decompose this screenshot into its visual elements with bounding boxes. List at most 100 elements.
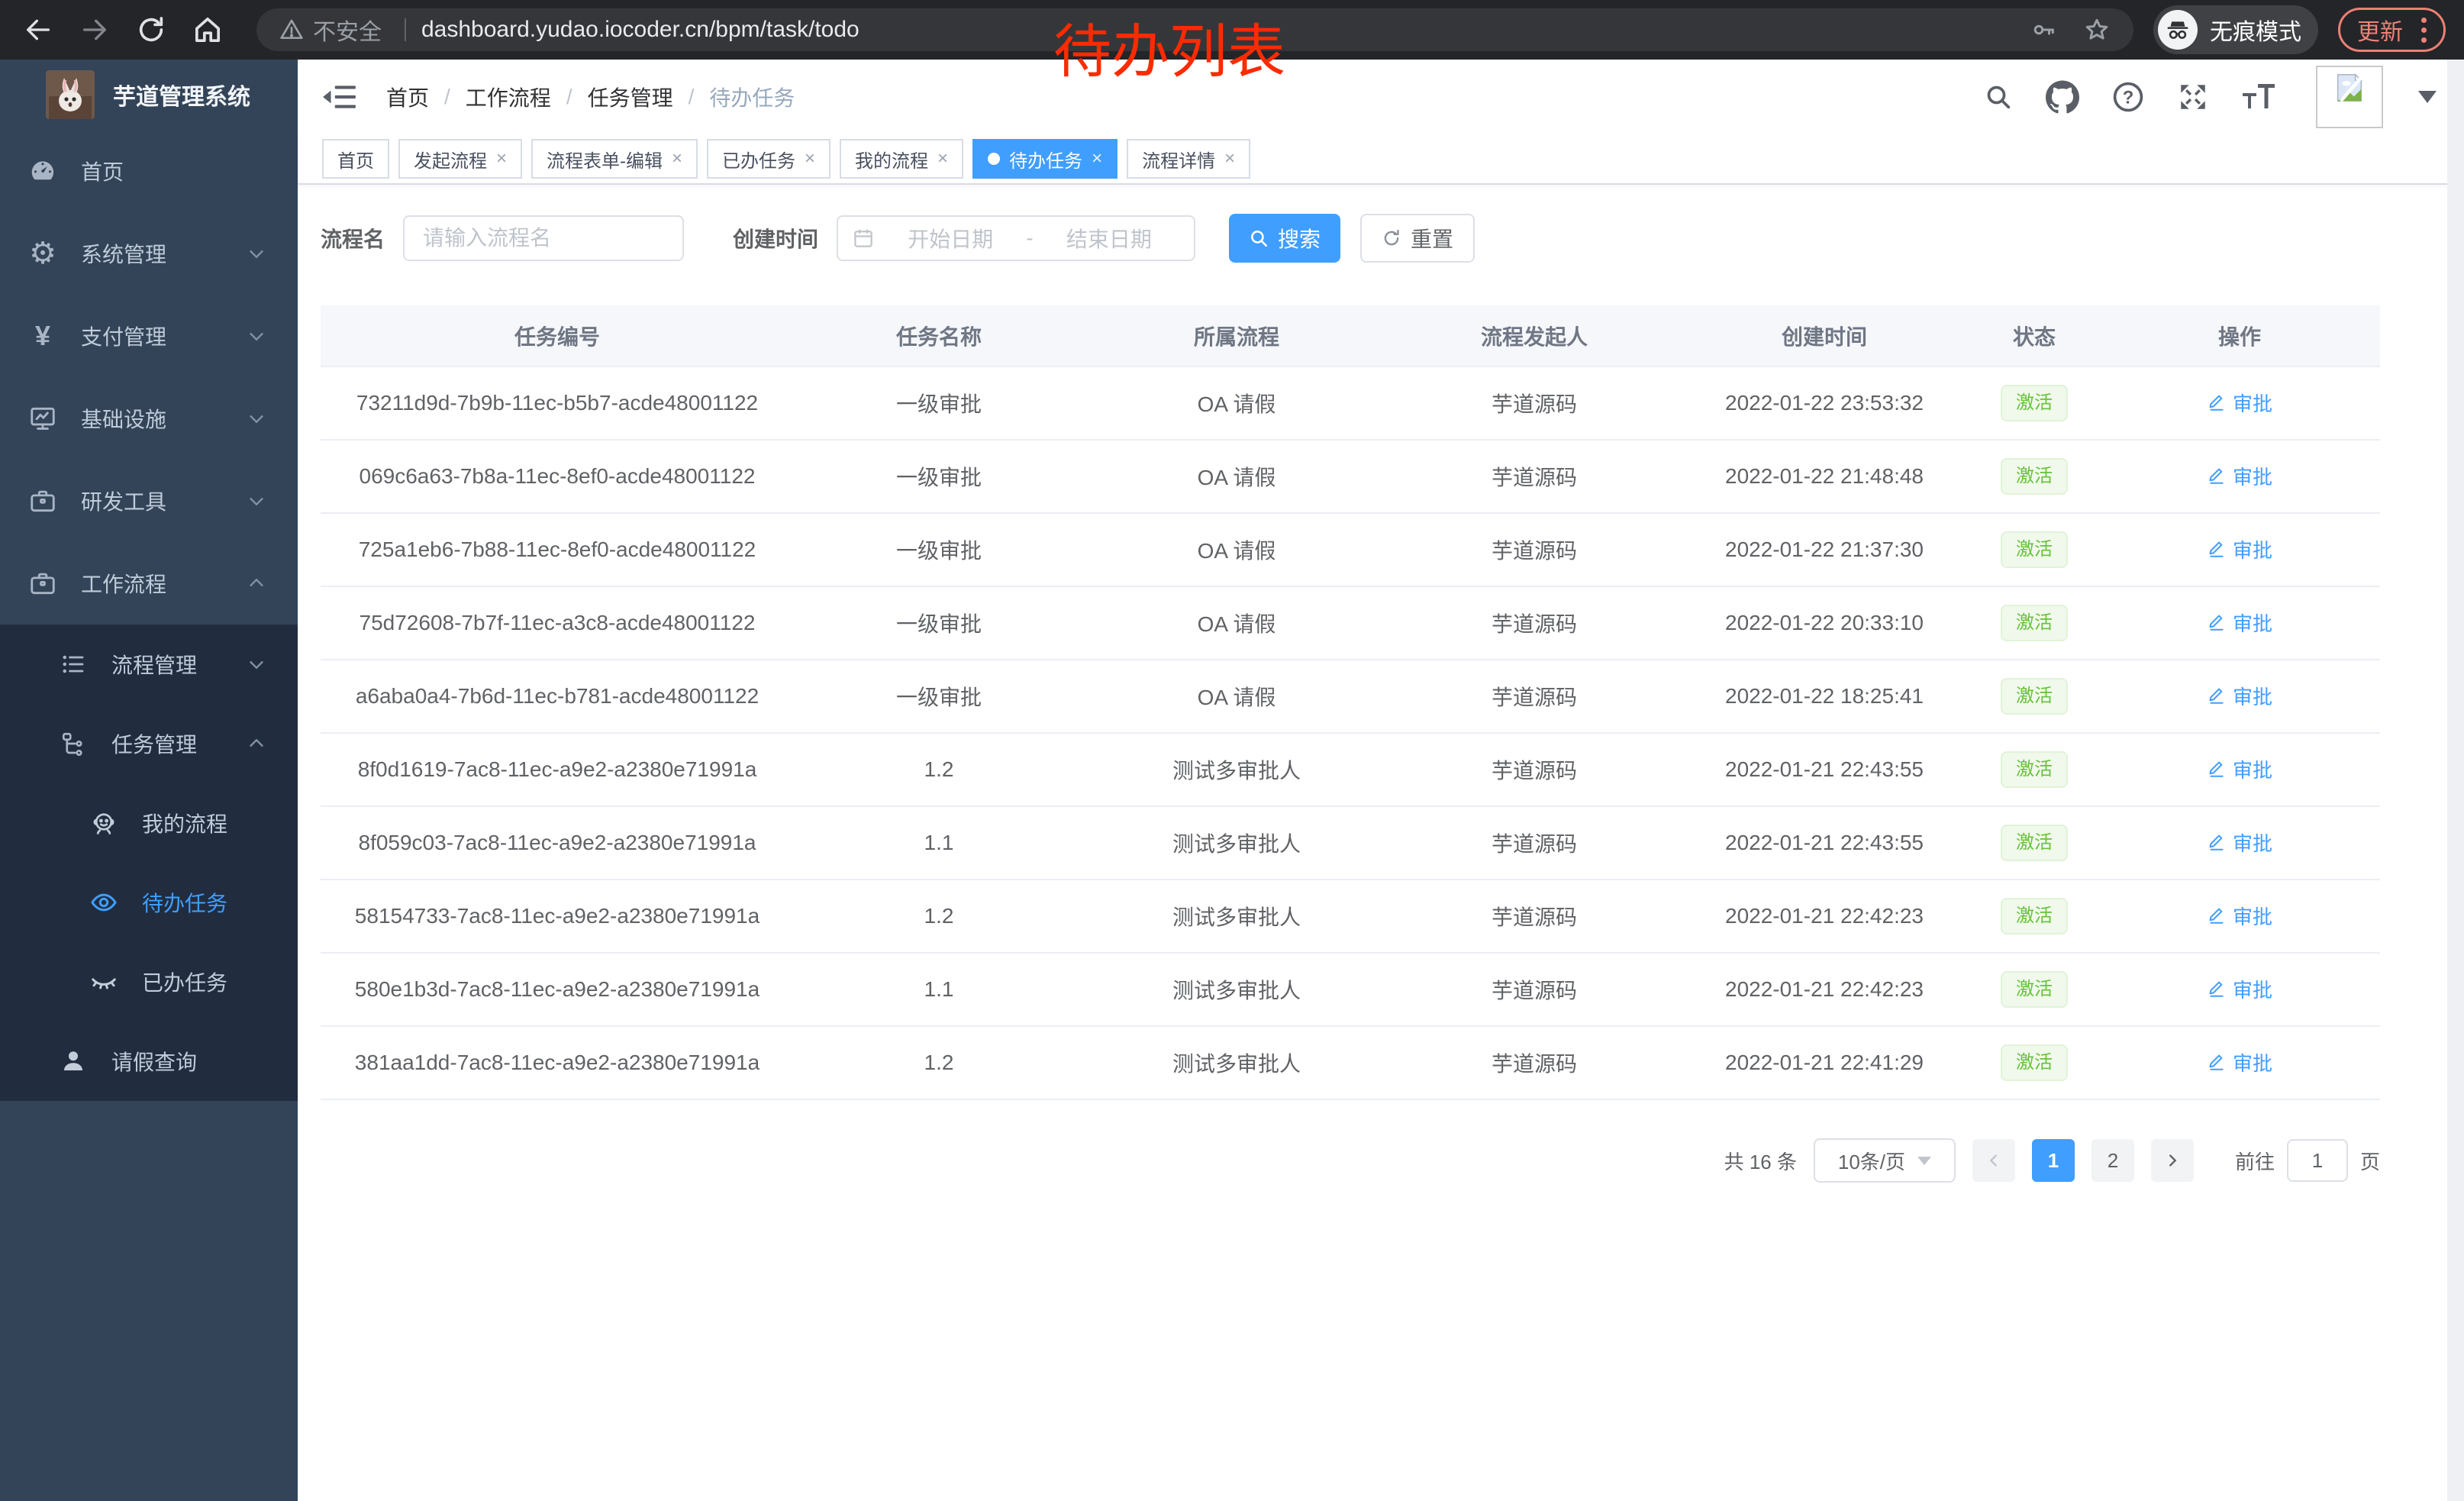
sidebar-item-task-manage[interactable]: 任务管理 bbox=[0, 704, 298, 783]
tab-process-detail[interactable]: 流程详情× bbox=[1127, 139, 1250, 179]
search-button[interactable]: 搜索 bbox=[1229, 214, 1340, 263]
cell-actions: 审批 bbox=[2099, 1026, 2380, 1099]
sidebar-item-process-manage[interactable]: 流程管理 bbox=[0, 625, 298, 704]
cell-status: 激活 bbox=[1969, 513, 2099, 586]
sidebar-item-home[interactable]: 首页 bbox=[0, 130, 298, 212]
sidebar-item-leave-query[interactable]: 请假查询 bbox=[0, 1022, 298, 1101]
sidebar-item-infra[interactable]: 基础设施 bbox=[0, 377, 298, 460]
cell-process: 测试多审批人 bbox=[1084, 880, 1389, 953]
approve-link[interactable]: 审批 bbox=[2207, 462, 2272, 490]
col-actions: 操作 bbox=[2099, 305, 2380, 366]
cell-task-name: 1.2 bbox=[794, 880, 1084, 953]
approve-link[interactable]: 审批 bbox=[2207, 389, 2272, 417]
chevron-up-icon bbox=[246, 573, 267, 594]
breadcrumb-current: 待办任务 bbox=[709, 82, 795, 112]
sidebar-item-done-tasks[interactable]: 已办任务 bbox=[0, 942, 298, 1022]
list-icon bbox=[56, 650, 90, 678]
scrollbar[interactable] bbox=[2447, 60, 2464, 1501]
eye-closed-icon bbox=[87, 967, 121, 996]
chevron-down-icon bbox=[246, 325, 267, 347]
hamburger-icon[interactable] bbox=[322, 79, 357, 115]
table-header-row: 任务编号 任务名称 所属流程 流程发起人 创建时间 状态 操作 bbox=[321, 305, 2380, 366]
gear-icon: ⚙ bbox=[26, 238, 60, 269]
sidebar-item-workflow[interactable]: 工作流程 bbox=[0, 542, 298, 625]
prev-page-button[interactable] bbox=[1972, 1139, 2015, 1182]
status-badge: 激活 bbox=[2001, 971, 2068, 1009]
app-title: 芋道管理系统 bbox=[113, 78, 250, 111]
sidebar-logo[interactable]: 芋道管理系统 bbox=[0, 60, 298, 130]
tab-done-tasks[interactable]: 已办任务× bbox=[707, 139, 830, 179]
approve-link[interactable]: 审批 bbox=[2207, 1048, 2272, 1077]
sidebar-item-todo-tasks[interactable]: 待办任务 bbox=[0, 863, 298, 942]
sidebar-item-payment[interactable]: ¥ 支付管理 bbox=[0, 295, 298, 377]
cell-status: 激活 bbox=[1969, 806, 2099, 880]
cell-status: 激活 bbox=[1969, 733, 2099, 806]
tab-form-edit[interactable]: 流程表单-编辑× bbox=[531, 139, 698, 179]
close-icon[interactable]: × bbox=[672, 148, 682, 169]
tab-start-process[interactable]: 发起流程× bbox=[398, 139, 522, 179]
browser-update-button[interactable]: 更新 bbox=[2338, 8, 2446, 52]
close-icon[interactable]: × bbox=[937, 148, 948, 169]
approve-link[interactable]: 审批 bbox=[2207, 535, 2272, 563]
browser-chrome: 不安全 dashboard.yudao.iocoder.cn/bpm/task/… bbox=[0, 0, 2464, 60]
approve-link[interactable]: 审批 bbox=[2207, 755, 2272, 783]
edit-pen-icon bbox=[2207, 759, 2227, 779]
next-page-button[interactable] bbox=[2151, 1139, 2194, 1182]
browser-forward-icon[interactable] bbox=[79, 15, 110, 45]
monitor-icon bbox=[26, 404, 60, 433]
approve-link[interactable]: 审批 bbox=[2207, 682, 2272, 710]
approve-link[interactable]: 审批 bbox=[2207, 975, 2272, 1003]
approve-link[interactable]: 审批 bbox=[2207, 902, 2272, 930]
col-status: 状态 bbox=[1969, 305, 2099, 366]
sidebar-item-label: 首页 bbox=[81, 156, 124, 186]
browser-reload-icon[interactable] bbox=[136, 15, 166, 45]
close-icon[interactable]: × bbox=[496, 148, 507, 169]
url-divider bbox=[405, 18, 406, 41]
page-button-2[interactable]: 2 bbox=[2091, 1139, 2134, 1182]
sidebar-item-system[interactable]: ⚙ 系统管理 bbox=[0, 212, 298, 295]
page-size-select[interactable]: 10条/页 bbox=[1814, 1138, 1956, 1183]
sidebar-item-my-process[interactable]: 我的流程 bbox=[0, 783, 298, 863]
tab-my-process[interactable]: 我的流程× bbox=[840, 139, 963, 179]
page-button-1[interactable]: 1 bbox=[2032, 1139, 2075, 1182]
fullscreen-icon[interactable] bbox=[2177, 81, 2209, 113]
password-key-icon[interactable] bbox=[2030, 16, 2057, 44]
tab-home[interactable]: 首页 bbox=[322, 139, 389, 179]
close-icon[interactable]: × bbox=[805, 148, 815, 169]
cell-starter: 芋道源码 bbox=[1389, 953, 1679, 1026]
cell-task-id: 8f0d1619-7ac8-11ec-a9e2-a2380e71991a bbox=[321, 733, 794, 806]
security-label[interactable]: 不安全 bbox=[313, 13, 382, 47]
bookmark-star-icon[interactable] bbox=[2083, 16, 2111, 44]
breadcrumb-workflow[interactable]: 工作流程 bbox=[466, 82, 551, 112]
browser-menu-icon[interactable] bbox=[2417, 18, 2431, 43]
avatar-caret-icon[interactable] bbox=[2418, 91, 2437, 103]
approve-link-label: 审批 bbox=[2233, 535, 2272, 563]
reset-button[interactable]: 重置 bbox=[1360, 214, 1475, 263]
date-range-picker[interactable]: 开始日期 - 结束日期 bbox=[837, 215, 1195, 261]
table-row: 069c6a63-7b8a-11ec-8ef0-acde48001122 一级审… bbox=[321, 440, 2380, 513]
approve-link-label: 审批 bbox=[2233, 828, 2272, 857]
github-icon[interactable] bbox=[2046, 80, 2079, 114]
breadcrumb-home[interactable]: 首页 bbox=[386, 82, 429, 112]
avatar[interactable] bbox=[2316, 66, 2383, 128]
close-icon[interactable]: × bbox=[1224, 148, 1235, 169]
font-size-icon[interactable] bbox=[2241, 81, 2276, 113]
process-name-input[interactable] bbox=[403, 215, 684, 261]
cell-status: 激活 bbox=[1969, 660, 2099, 733]
browser-home-icon[interactable] bbox=[192, 15, 223, 45]
help-icon[interactable]: ? bbox=[2111, 80, 2145, 114]
approve-link[interactable]: 审批 bbox=[2207, 828, 2272, 857]
close-icon[interactable]: × bbox=[1092, 148, 1102, 169]
tab-label: 首页 bbox=[337, 146, 374, 173]
approve-link[interactable]: 审批 bbox=[2207, 608, 2272, 637]
goto-page-input[interactable] bbox=[2287, 1139, 2348, 1182]
sidebar-item-devtools[interactable]: 研发工具 bbox=[0, 460, 298, 542]
browser-back-icon[interactable] bbox=[23, 15, 53, 45]
url-text[interactable]: dashboard.yudao.iocoder.cn/bpm/task/todo bbox=[421, 17, 859, 43]
tab-todo-tasks[interactable]: 待办任务× bbox=[972, 139, 1118, 179]
search-icon[interactable] bbox=[1983, 82, 2014, 112]
breadcrumb-task-manage[interactable]: 任务管理 bbox=[588, 82, 673, 112]
broken-image-icon bbox=[2332, 70, 2367, 105]
sidebar-item-label: 系统管理 bbox=[81, 238, 166, 269]
breadcrumb-separator: / bbox=[689, 85, 695, 109]
